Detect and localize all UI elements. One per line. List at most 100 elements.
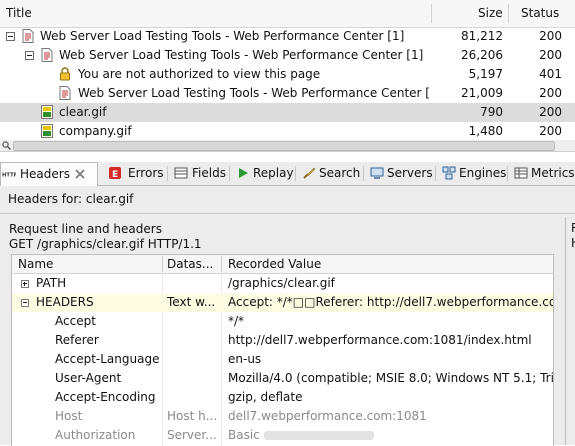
row-title: Web Server Load Testing Tools - Web Perf… [40, 29, 405, 43]
header-value-text: Basic [228, 428, 260, 442]
column-divider[interactable] [431, 4, 432, 23]
header-name: Authorization [55, 428, 136, 442]
grid-header: Name Datas... Recorded Value [12, 255, 553, 274]
header-name: PATH [36, 276, 67, 290]
header-value[interactable]: Basic [228, 426, 553, 445]
tab-label: Replay [253, 166, 294, 180]
header-name: Accept-Encoding [55, 390, 156, 404]
header-value[interactable]: /graphics/clear.gif [228, 274, 553, 293]
row-status: 200 [539, 86, 562, 100]
header-value[interactable]: en-us [228, 350, 553, 369]
header-datasource: Host h... [167, 409, 218, 423]
row-status: 200 [539, 48, 562, 62]
column-divider[interactable] [162, 256, 163, 272]
error-icon: E [109, 167, 121, 180]
metrics-icon [514, 167, 528, 179]
response-line: H [571, 236, 575, 250]
row-title: Web Server Load Testing Tools - Web Perf… [78, 86, 430, 100]
tab-fields[interactable]: Fields [170, 162, 228, 184]
magnifier-icon[interactable] [2, 141, 11, 150]
image-icon [41, 124, 53, 138]
table-row[interactable]: clear.gif 790 200 [0, 103, 575, 122]
tab-search[interactable]: Search [298, 162, 362, 184]
row-size: 790 [480, 105, 503, 119]
expand-toggle-icon[interactable] [21, 280, 29, 288]
header-datasource: Text w... [167, 295, 216, 309]
header-value[interactable]: Accept: */*□□Referer: http://dell7.webpe… [228, 293, 553, 312]
header-value[interactable]: gzip, deflate [228, 388, 553, 407]
table-row[interactable]: Web Server Load Testing Tools - Web Perf… [0, 27, 575, 46]
row-size: 26,206 [461, 48, 503, 62]
table-row[interactable]: company.gif 1,480 200 [0, 122, 575, 141]
table-row[interactable]: Web Server Load Testing Tools - Web Perf… [0, 46, 575, 65]
collapse-toggle-icon[interactable] [25, 51, 34, 60]
header-datasource [167, 369, 219, 388]
column-header-recorded-value[interactable]: Recorded Value [228, 255, 321, 273]
row-status: 401 [539, 67, 562, 81]
tab-engines[interactable]: Engines [438, 162, 506, 184]
row-title: company.gif [59, 124, 132, 138]
column-header-size[interactable]: Size [478, 0, 503, 27]
row-size: 5,197 [468, 67, 503, 81]
column-divider[interactable] [508, 4, 509, 23]
close-tab-icon[interactable] [75, 169, 85, 179]
table-row[interactable]: You are not authorized to view this page… [0, 65, 575, 84]
request-line: GET /graphics/clear.gif HTTP/1.1 [9, 237, 202, 251]
tab-metrics[interactable]: Metrics [510, 162, 575, 184]
tab-divider [435, 166, 436, 181]
table-row[interactable]: Web Server Load Testing Tools - Web Perf… [0, 84, 575, 103]
row-size: 1,480 [468, 124, 503, 138]
column-header-name[interactable]: Name [18, 255, 53, 273]
header-datasource [167, 274, 219, 293]
section-title: Request line and headers [9, 222, 162, 236]
header-name: Host [55, 409, 83, 423]
tab-label: Search [319, 166, 361, 180]
replay-icon [239, 168, 248, 178]
transaction-tree-table: Title Size Status Web Server Load Testin… [0, 0, 575, 141]
header-value[interactable]: dell7.webperformance.com:1081 [228, 407, 553, 426]
header-name: HEADERS [36, 295, 94, 309]
header-datasource [167, 350, 219, 369]
horizontal-scrollbar[interactable] [0, 140, 575, 152]
table-header: Title Size Status [0, 0, 575, 28]
header-value[interactable]: */* [228, 312, 553, 331]
response-section-title: R [571, 221, 575, 235]
table-row[interactable]: Host Host h... dell7.webperformance.com:… [12, 407, 553, 426]
page-icon [22, 29, 34, 43]
headers-view: Headers for: clear.gif Request line and … [0, 186, 575, 446]
table-row[interactable]: PATH /graphics/clear.gif [12, 274, 553, 293]
column-header-title[interactable]: Title [6, 0, 32, 27]
tab-errors[interactable]: E Errors [104, 162, 166, 184]
tab-divider [363, 166, 364, 181]
tab-replay[interactable]: Replay [232, 162, 294, 184]
table-row[interactable]: Accept-Language en-us [12, 350, 553, 369]
table-row[interactable]: User-Agent Mozilla/4.0 (compatible; MSIE… [12, 369, 553, 388]
tab-servers[interactable]: Servers [366, 162, 434, 184]
header-value[interactable]: Mozilla/4.0 (compatible; MSIE 8.0; Windo… [228, 369, 553, 388]
svg-text:E: E [112, 170, 118, 180]
table-row[interactable]: Accept-Encoding gzip, deflate [12, 388, 553, 407]
column-divider[interactable] [221, 256, 222, 272]
table-row[interactable]: HEADERS Text w... Accept: */*□□Referer: … [12, 293, 553, 312]
column-header-datasource[interactable]: Datas... [167, 255, 213, 273]
table-row[interactable]: Authorization Server... Basic [12, 426, 553, 445]
collapse-toggle-icon[interactable] [21, 299, 29, 307]
header-value[interactable]: http://dell7.webperformance.com:1081/ind… [228, 331, 553, 350]
servers-icon [370, 167, 384, 179]
table-row[interactable]: Referer http://dell7.webperformance.com:… [12, 331, 553, 350]
row-title: clear.gif [59, 105, 107, 119]
header-datasource [167, 331, 219, 350]
row-status: 200 [539, 29, 562, 43]
engines-icon [442, 166, 456, 180]
divider [0, 213, 575, 214]
tab-label: Servers [387, 166, 433, 180]
table-row[interactable]: Accept */* [12, 312, 553, 331]
collapse-toggle-icon[interactable] [6, 32, 15, 41]
tab-headers[interactable]: HTTP Headers [0, 162, 98, 186]
scrollbar-thumb[interactable] [13, 141, 555, 151]
tab-divider [229, 166, 230, 181]
row-size: 81,212 [461, 29, 503, 43]
column-header-status[interactable]: Status [521, 0, 559, 27]
row-status: 200 [539, 124, 562, 138]
tab-label: Fields [192, 166, 226, 180]
